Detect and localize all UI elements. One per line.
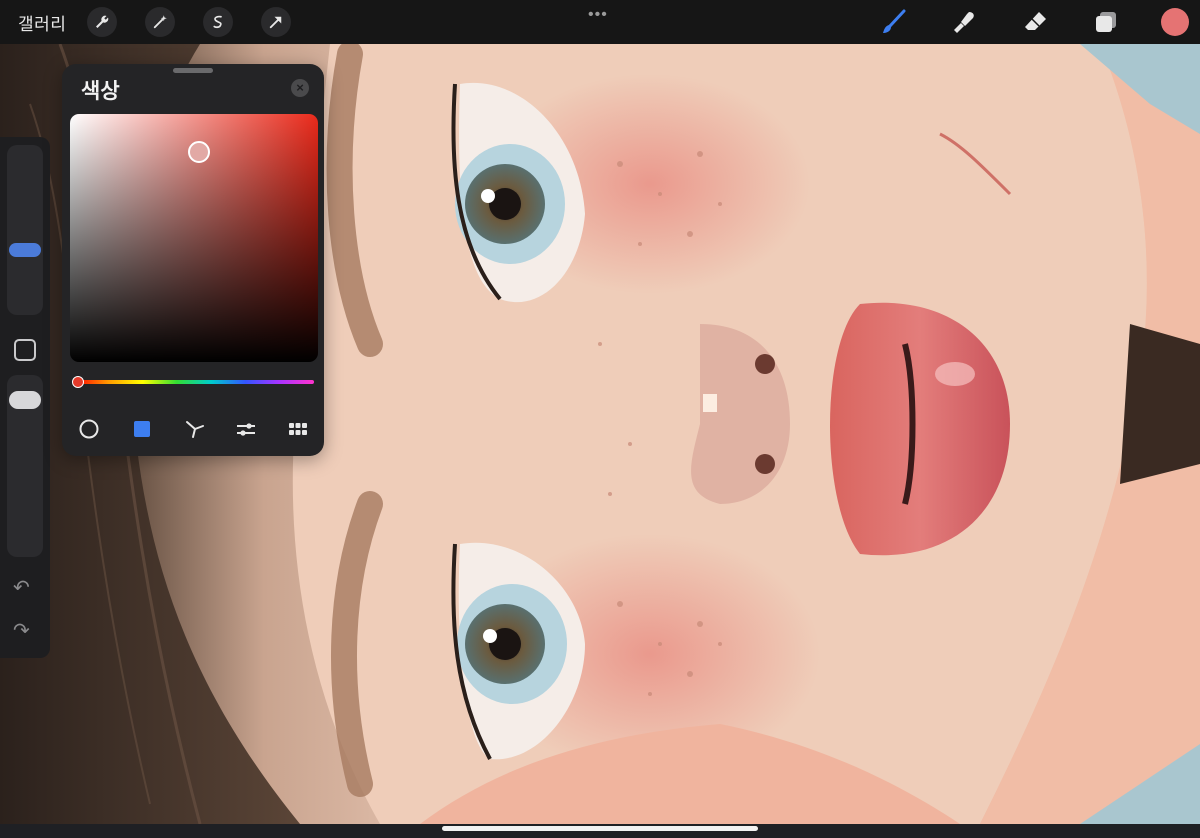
adjustments-button[interactable] — [145, 7, 175, 37]
classic-mode-button[interactable] — [130, 417, 154, 441]
transform-button[interactable] — [261, 7, 291, 37]
color-picker-handle[interactable] — [188, 141, 210, 163]
hue-slider[interactable] — [74, 380, 314, 384]
harmony-mode-icon — [186, 421, 204, 438]
panel-title: 색상 — [81, 80, 120, 103]
value-mode-button[interactable] — [234, 417, 258, 441]
redo-button[interactable]: ↷ — [13, 618, 30, 643]
eraser-tool[interactable] — [1020, 6, 1052, 38]
selection-button[interactable] — [203, 7, 233, 37]
top-toolbar: 갤러리 ••• — [0, 0, 1200, 44]
brush-tool[interactable] — [878, 6, 910, 38]
brush-icon — [883, 9, 906, 33]
disc-mode-button[interactable] — [77, 417, 101, 441]
selection-icon — [213, 15, 222, 29]
brush-size-thumb[interactable] — [9, 243, 41, 258]
layers-tool[interactable] — [1090, 6, 1122, 38]
eraser-icon — [1025, 12, 1046, 30]
left-sidebar: ↶ ↷ — [0, 137, 50, 658]
smudge-tool[interactable] — [949, 6, 981, 38]
layers-icon — [1096, 12, 1116, 32]
palettes-mode-icon — [289, 423, 307, 435]
wrench-icon — [96, 15, 109, 28]
smudge-icon — [954, 12, 974, 33]
undo-button[interactable]: ↶ — [13, 575, 30, 600]
magic-wand-icon — [153, 15, 167, 29]
home-indicator[interactable] — [442, 826, 758, 831]
close-icon: × — [296, 80, 304, 95]
gallery-button[interactable]: 갤러리 — [18, 10, 66, 35]
brush-size-slider[interactable] — [7, 145, 43, 315]
value-mode-icon — [237, 423, 255, 436]
redo-icon: ↷ — [13, 620, 30, 642]
color-panel: 색상 × — [62, 64, 324, 456]
saturation-value-picker[interactable] — [70, 114, 318, 362]
opacity-thumb[interactable] — [9, 391, 41, 410]
modify-button[interactable] — [14, 339, 36, 361]
transform-arrow-icon — [269, 16, 282, 29]
classic-mode-icon — [134, 421, 150, 437]
opacity-slider[interactable] — [7, 375, 43, 557]
undo-icon: ↶ — [13, 577, 30, 599]
color-swatch-button[interactable] — [1161, 8, 1189, 36]
more-options-handle[interactable]: ••• — [588, 6, 608, 24]
palettes-mode-button[interactable] — [286, 417, 310, 441]
disc-mode-icon — [79, 419, 99, 439]
close-button[interactable]: × — [291, 79, 309, 97]
harmony-mode-button[interactable] — [183, 417, 207, 441]
panel-grabber[interactable] — [173, 68, 213, 73]
actions-button[interactable] — [87, 7, 117, 37]
hue-slider-thumb[interactable] — [72, 376, 84, 388]
